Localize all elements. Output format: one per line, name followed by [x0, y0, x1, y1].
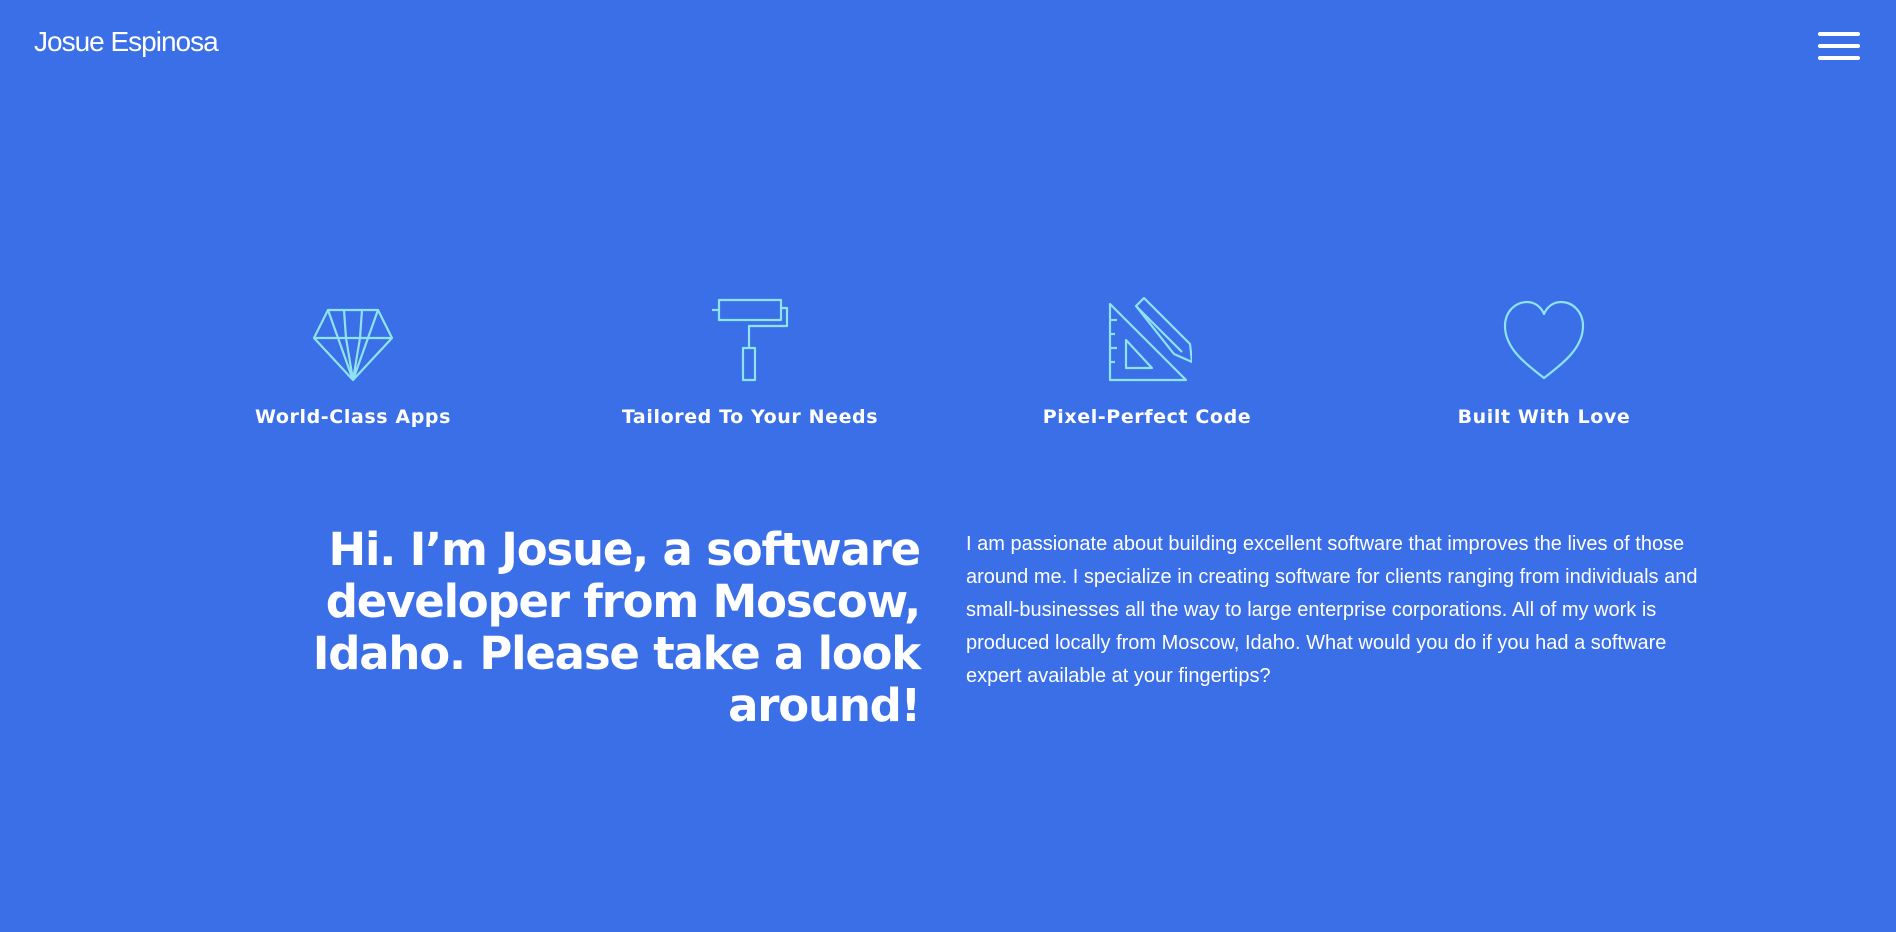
- about-paragraph: I am passionate about building excellent…: [966, 533, 1698, 687]
- feature-tailored: Tailored To Your Needs: [590, 290, 910, 428]
- paint-roller-icon: [705, 294, 795, 384]
- diamond-icon: [308, 294, 398, 384]
- menu-line: [1818, 32, 1860, 36]
- intro-heading: Hi. I’m Josue, a software developer from…: [312, 523, 921, 732]
- heart-icon: [1499, 294, 1589, 384]
- feature-title: Pixel-Perfect Code: [1042, 406, 1252, 428]
- feature-title: World-Class Apps: [254, 406, 452, 428]
- feature-title: Built With Love: [1457, 406, 1631, 428]
- page: Josue Espinosa World-Class Apps Tailored…: [0, 0, 1896, 932]
- features-row: World-Class Apps Tailored To Your Needs: [0, 290, 1896, 450]
- feature-title: Tailored To Your Needs: [621, 406, 879, 428]
- feature-pixel-perfect: Pixel-Perfect Code: [987, 290, 1307, 428]
- menu-line: [1818, 44, 1860, 48]
- menu-line: [1818, 56, 1860, 60]
- feature-built-with-love: Built With Love: [1384, 290, 1704, 428]
- feature-world-class-apps: World-Class Apps: [193, 290, 513, 428]
- ruler-pencil-icon: [1102, 294, 1192, 384]
- brand-logo-link[interactable]: Josue Espinosa: [34, 26, 219, 58]
- hamburger-menu-icon[interactable]: [1818, 30, 1860, 62]
